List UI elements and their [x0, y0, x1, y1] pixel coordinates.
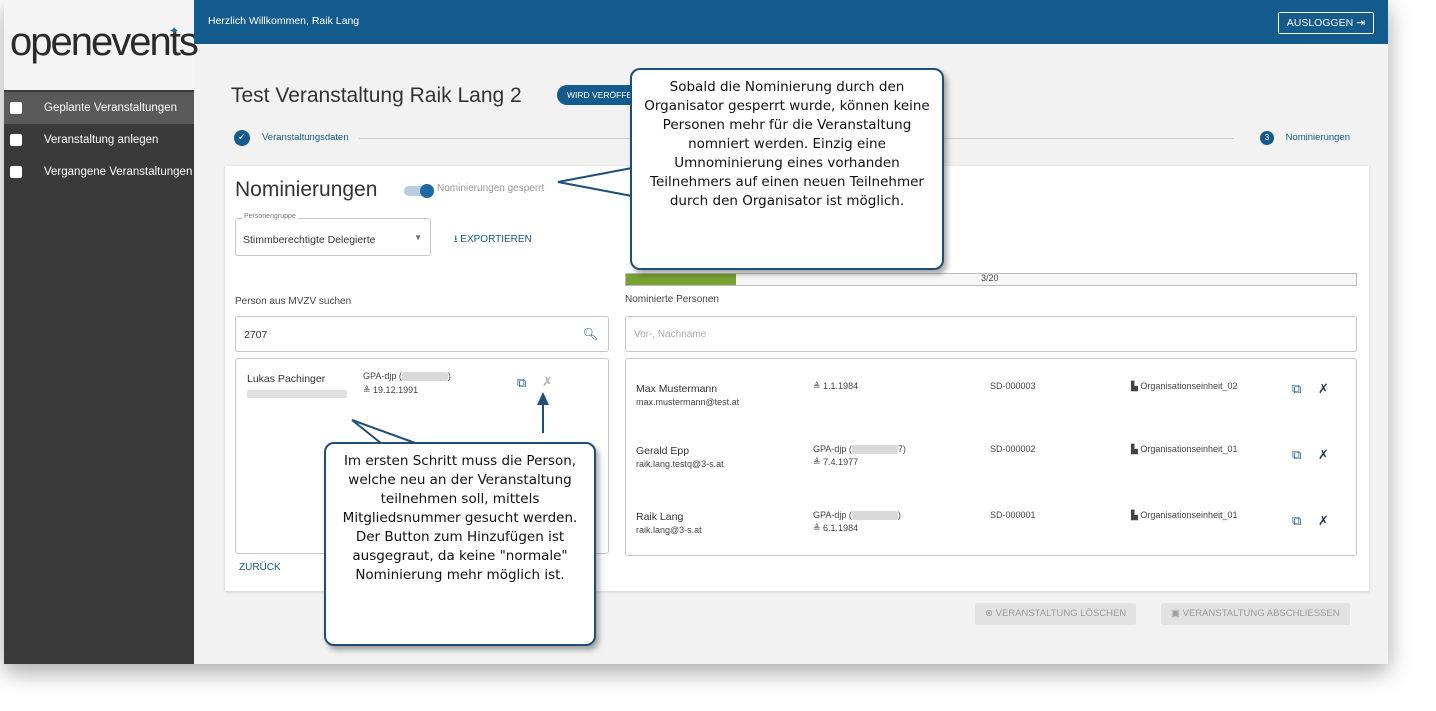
group-select[interactable]: Personengruppe Stimmberechtigte Delegier…	[235, 213, 431, 256]
group-select-value: Stimmberechtigte Delegierte	[243, 234, 376, 246]
sidebar-item-anlegen[interactable]: Veranstaltung anlegen	[4, 124, 194, 156]
logo: openevents ✦	[4, 0, 199, 90]
result-name: Lukas Pachinger	[247, 373, 326, 385]
cake-icon: ≜	[813, 381, 824, 391]
progress-text: 3/20	[981, 273, 999, 283]
nominee-org: GPA-djp ()	[813, 510, 901, 521]
open-external-icon[interactable]: ⧉	[1292, 381, 1301, 397]
nominee-name: Gerald Epp	[636, 445, 690, 457]
calendar-icon	[10, 102, 22, 114]
redacted-email	[247, 390, 347, 398]
search-section-label: Person aus MVZV suchen	[235, 296, 352, 307]
nominations-locked-toggle[interactable]	[404, 184, 434, 198]
nominee-email: raik.lang@3-s.at	[636, 525, 702, 535]
building-icon: ▙	[1131, 510, 1141, 520]
chevron-down-icon: ▼	[414, 233, 422, 242]
building-icon: ▙	[1131, 381, 1141, 391]
nominee-id: SD-000003	[990, 381, 1036, 391]
nominee-id: SD-000001	[990, 510, 1036, 520]
result-org: GPA-djp ()	[363, 371, 451, 382]
nominee-unit: ▙ Organisationseinheit_01	[1131, 444, 1238, 454]
export-label: EXPORTIEREN	[460, 234, 532, 245]
nominee-birthdate: ≜ 6.1.1984	[813, 523, 859, 533]
logout-label: AUSLOGGEN	[1286, 17, 1354, 29]
sidebar-item-vergangene[interactable]: Vergangene Veranstaltungen	[4, 156, 194, 188]
group-select-label: Personengruppe	[242, 213, 298, 220]
delete-event-button[interactable]: ⊗ VERANSTALTUNG LÖSCHEN	[975, 603, 1137, 625]
toggle-knob	[420, 184, 434, 198]
nominee-name: Raik Lang	[636, 511, 684, 523]
open-external-icon[interactable]: ⧉	[1292, 513, 1301, 529]
nominated-section-label: Nominierte Personen	[625, 294, 719, 305]
member-search-value: 2707	[244, 329, 268, 341]
open-external-icon[interactable]: ⧉	[1292, 447, 1301, 463]
page-title: Test Veranstaltung Raik Lang 2	[231, 84, 522, 107]
cancel-circle-icon: ⊗	[985, 608, 996, 619]
callout-top: Sobald die Nominierung durch den Organis…	[630, 68, 944, 270]
nominee-birthdate: ≜ 7.4.1977	[813, 457, 859, 467]
add-person-disabled-icon[interactable]: ✗	[542, 374, 553, 390]
nominee-email: raik.lang.testq@3-s.at	[636, 459, 724, 469]
step-3-number: 3	[1260, 131, 1274, 145]
sidebar-item-label: Vergangene Veranstaltungen	[44, 166, 193, 178]
search-icon[interactable]: 🔍︎	[583, 327, 598, 341]
remove-person-icon[interactable]: ✗	[1318, 513, 1329, 529]
sidebar-item-geplante[interactable]: Geplante Veranstaltungen	[4, 92, 194, 124]
toggle-label: Nominierungen gesperrt	[437, 183, 545, 194]
nominee-org: GPA-djp (7)	[813, 444, 906, 455]
result-birthdate: ≜ 19.12.1991	[363, 385, 419, 395]
nominated-list: Max Mustermann max.mustermann@test.at ≜ …	[625, 358, 1357, 556]
nominee-id: SD-000002	[990, 444, 1036, 454]
nominee-name: Max Mustermann	[636, 383, 718, 395]
logout-icon: ⇥	[1356, 17, 1365, 29]
step-1-label[interactable]: Veranstaltungsdaten	[262, 132, 349, 143]
open-external-icon[interactable]: ⧉	[517, 375, 526, 391]
calendar-clock-icon	[10, 166, 22, 178]
calendar-check-icon: ▣	[1171, 608, 1183, 619]
nominee-birthdate: ≜ 1.1.1984	[813, 381, 859, 391]
remove-person-icon[interactable]: ✗	[1318, 447, 1329, 463]
delete-event-label: VERANSTALTUNG LÖSCHEN	[995, 608, 1127, 619]
step-3-label[interactable]: Nominierungen	[1286, 132, 1350, 143]
welcome-text: Herzlich Willkommen, Raik Lang	[208, 15, 360, 27]
export-button[interactable]: ⭳ EXPORTIEREN	[454, 232, 532, 249]
cake-icon: ≜	[813, 523, 824, 533]
nominations-title: Nominierungen	[235, 178, 378, 201]
check-icon: ✓	[234, 130, 250, 146]
nominated-search-placeholder: Vor-, Nachname	[634, 329, 707, 340]
member-search-input[interactable]: 2707 🔍︎	[235, 316, 609, 352]
top-bar: Herzlich Willkommen, Raik Lang AUSLOGGEN…	[194, 0, 1388, 44]
building-icon: ▙	[1131, 444, 1141, 454]
sidebar-item-label: Geplante Veranstaltungen	[44, 102, 177, 114]
progress-fill	[626, 274, 736, 285]
sidebar-item-label: Veranstaltung anlegen	[44, 134, 159, 146]
plus-box-icon	[10, 134, 22, 146]
nominee-unit: ▙ Organisationseinheit_02	[1131, 381, 1238, 391]
nomination-progress-bar: 3/20	[625, 273, 1357, 286]
logo-star-icon: ✦	[169, 24, 180, 38]
nominee-unit: ▙ Organisationseinheit_01	[1131, 510, 1238, 520]
cake-icon: ≜	[363, 385, 374, 395]
callout-bottom: Im ersten Schritt muss die Person, welch…	[324, 442, 596, 646]
nominee-email: max.mustermann@test.at	[636, 397, 740, 407]
close-event-button[interactable]: ▣ VERANSTALTUNG ABSCHLIESSEN	[1161, 603, 1350, 625]
logout-button[interactable]: AUSLOGGEN ⇥	[1277, 12, 1374, 34]
remove-person-icon[interactable]: ✗	[1318, 381, 1329, 397]
back-button[interactable]: ZURÜCK	[239, 562, 281, 573]
close-event-label: VERANSTALTUNG ABSCHLIESSEN	[1182, 608, 1340, 619]
cake-icon: ≜	[813, 457, 824, 467]
sidebar: openevents ✦ Geplante Veranstaltungen Ve…	[4, 0, 199, 664]
nominated-search-input[interactable]: Vor-, Nachname	[625, 316, 1357, 352]
